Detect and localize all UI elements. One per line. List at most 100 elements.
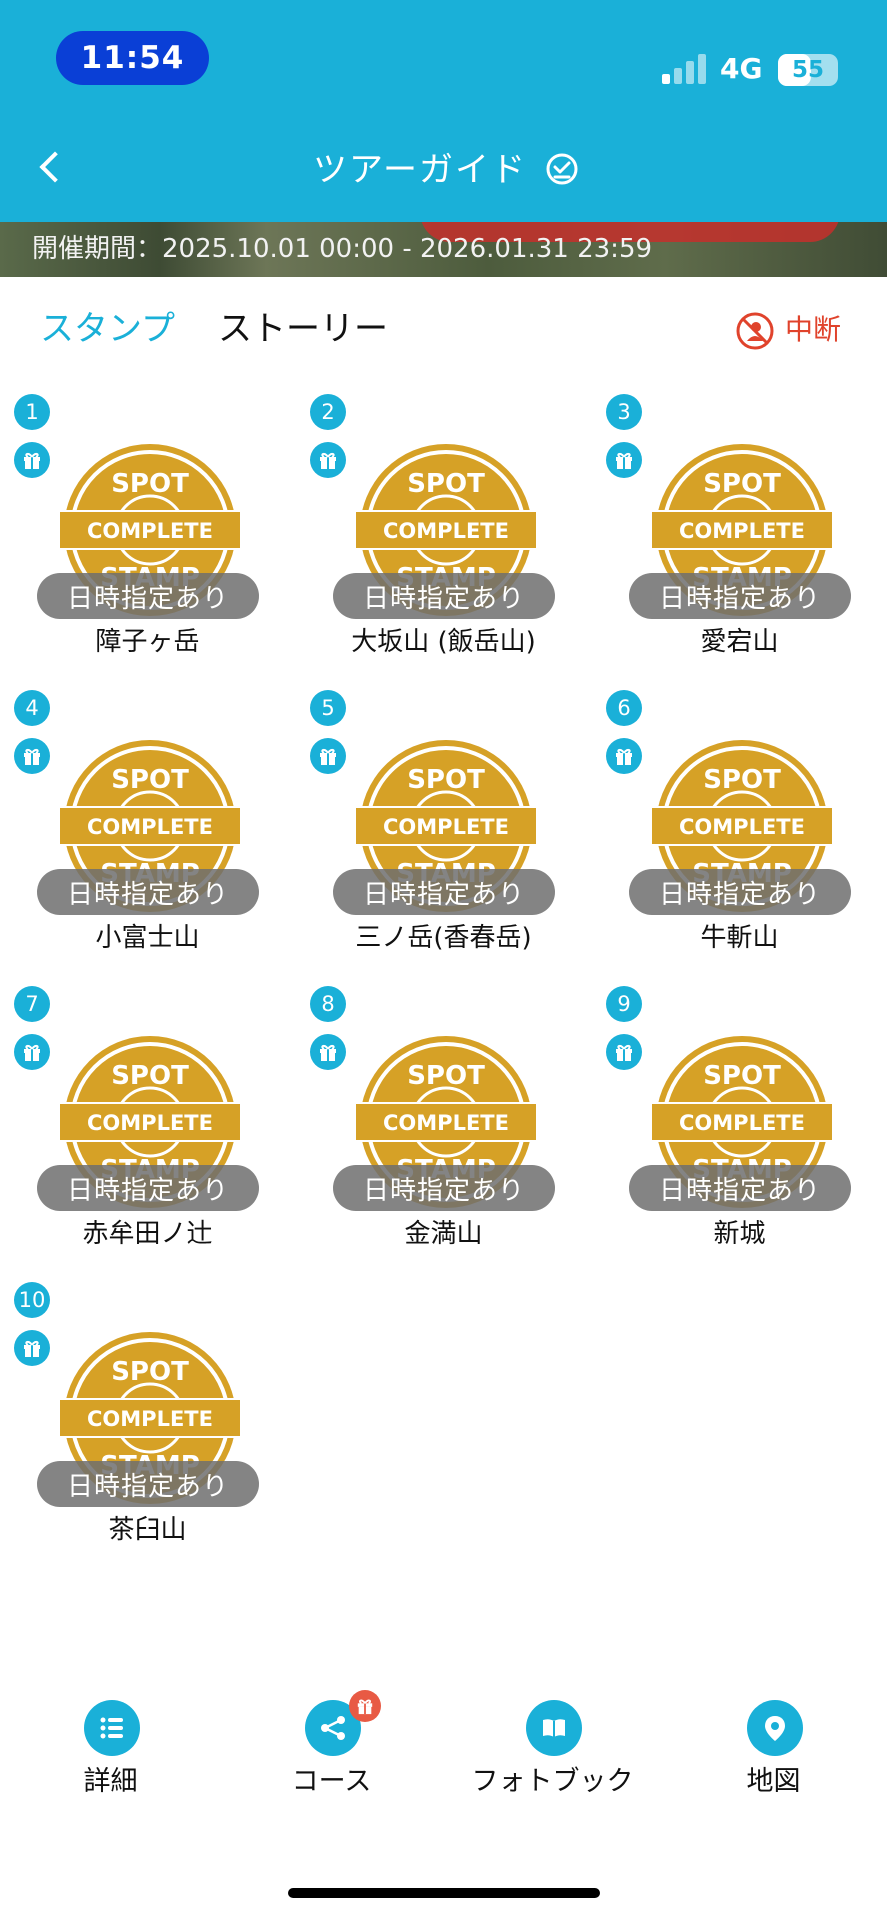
- spot-card[interactable]: 3 SPOTCOMPLETESTAMP 日時指定あり 愛宕山: [592, 390, 887, 686]
- stamp-center-text: COMPLETE: [87, 519, 213, 543]
- battery-level: 55: [791, 57, 824, 83]
- spot-name: 赤牟田ノ辻: [82, 1219, 213, 1249]
- date-specified-badge: 日時指定あり: [629, 573, 851, 619]
- spot-number: 4: [14, 690, 50, 726]
- stamp-top-text: SPOT: [703, 765, 781, 795]
- spot-number: 3: [606, 394, 642, 430]
- page-title: ツアーガイド: [313, 150, 527, 190]
- gift-icon: [14, 442, 50, 478]
- stamp-center-text: COMPLETE: [87, 815, 213, 839]
- gift-icon: [606, 738, 642, 774]
- stamp-top-text: SPOT: [407, 469, 485, 499]
- stamp-top-text: SPOT: [703, 469, 781, 499]
- spot-card[interactable]: 6 SPOTCOMPLETESTAMP 日時指定あり 牛斬山: [592, 686, 887, 982]
- gift-icon: [349, 1690, 381, 1722]
- nav-label: 詳細: [83, 1766, 138, 1797]
- spot-card[interactable]: 2 SPOTCOMPLETESTAMP 日時指定あり 大坂山 (飯岳山): [296, 390, 591, 686]
- tab-story[interactable]: ストーリー: [218, 304, 388, 354]
- gift-icon: [14, 1034, 50, 1070]
- spot-name: 愛宕山: [700, 627, 779, 657]
- stamp-center-text: COMPLETE: [87, 1111, 213, 1135]
- stamp-top-text: SPOT: [111, 1357, 189, 1387]
- app-bar: 11:54 4G 55 ツアーガイド: [0, 0, 887, 222]
- spot-number: 1: [14, 394, 50, 430]
- spot-name: 小富士山: [95, 923, 200, 953]
- battery-icon: 55: [778, 54, 838, 86]
- spot-name: 三ノ岳(香春岳): [355, 923, 532, 953]
- stamp-center-text: COMPLETE: [679, 815, 805, 839]
- map-pin-icon: [747, 1700, 803, 1756]
- stamp-top-text: SPOT: [111, 469, 189, 499]
- spot-name: 大坂山 (飯岳山): [351, 627, 536, 657]
- spot-name: 牛斬山: [700, 923, 779, 953]
- spot-card[interactable]: 7 SPOTCOMPLETESTAMP 日時指定あり 赤牟田ノ辻: [0, 982, 295, 1278]
- stamp-top-text: SPOT: [407, 1061, 485, 1091]
- bottom-navigation: 詳細 コース フォトブック 地図: [0, 1690, 887, 1810]
- date-specified-badge: 日時指定あり: [37, 1165, 259, 1211]
- spot-card[interactable]: 4 SPOTCOMPLETESTAMP 日時指定あり 小富士山: [0, 686, 295, 982]
- stamp-top-text: SPOT: [407, 765, 485, 795]
- nav-label: 地図: [746, 1766, 801, 1797]
- nav-label: コース: [291, 1766, 372, 1797]
- stamp-center-text: COMPLETE: [383, 815, 509, 839]
- date-specified-badge: 日時指定あり: [629, 1165, 851, 1211]
- tab-stamp[interactable]: スタンプ: [40, 304, 175, 354]
- spot-card[interactable]: 1 SPOTCOMPLETESTAMP 日時指定あり 障子ヶ岳: [0, 390, 295, 686]
- spot-card[interactable]: 5 SPOTCOMPLETESTAMP 日時指定あり 三ノ岳(香春岳): [296, 686, 591, 982]
- gift-icon: [606, 442, 642, 478]
- suspend-icon: [736, 312, 774, 350]
- back-chevron-icon[interactable]: [30, 140, 70, 200]
- network-type: 4G: [720, 52, 763, 85]
- spot-card[interactable]: 8 SPOTCOMPLETESTAMP 日時指定あり 金満山: [296, 982, 591, 1278]
- spot-number: 5: [310, 690, 346, 726]
- gift-icon: [310, 1034, 346, 1070]
- gift-icon: [606, 1034, 642, 1070]
- gift-icon: [310, 738, 346, 774]
- spot-name: 茶臼山: [108, 1515, 187, 1545]
- event-period: 開催期間：2025.10.01 00:00 - 2026.01.31 23:59: [32, 234, 653, 264]
- nav-photobook[interactable]: フォトブック: [442, 1700, 663, 1810]
- spot-name: 新城: [713, 1219, 766, 1249]
- event-banner: 開催期間：2025.10.01 00:00 - 2026.01.31 23:59: [0, 222, 887, 277]
- gift-icon: [14, 738, 50, 774]
- status-time: 11:54: [56, 31, 209, 85]
- date-specified-badge: 日時指定あり: [333, 1165, 555, 1211]
- gift-icon: [310, 442, 346, 478]
- spot-number: 7: [14, 986, 50, 1022]
- date-specified-badge: 日時指定あり: [629, 869, 851, 915]
- date-specified-badge: 日時指定あり: [333, 869, 555, 915]
- stamp-top-text: SPOT: [111, 765, 189, 795]
- spot-card[interactable]: 9 SPOTCOMPLETESTAMP 日時指定あり 新城: [592, 982, 887, 1278]
- nav-details[interactable]: 詳細: [0, 1700, 221, 1810]
- list-icon: [84, 1700, 140, 1756]
- date-specified-badge: 日時指定あり: [37, 869, 259, 915]
- date-specified-badge: 日時指定あり: [37, 1461, 259, 1507]
- spot-name: 金満山: [404, 1219, 483, 1249]
- date-specified-badge: 日時指定あり: [37, 573, 259, 619]
- book-icon: [526, 1700, 582, 1756]
- nav-course[interactable]: コース: [221, 1690, 442, 1810]
- suspend-label: 中断: [785, 313, 842, 346]
- gift-icon: [14, 1330, 50, 1366]
- stamp-center-text: COMPLETE: [383, 519, 509, 543]
- spot-number: 8: [310, 986, 346, 1022]
- spot-name: 障子ヶ岳: [95, 627, 200, 657]
- home-indicator[interactable]: [288, 1888, 600, 1898]
- date-specified-badge: 日時指定あり: [333, 573, 555, 619]
- nav-label: フォトブック: [471, 1766, 634, 1797]
- stamp-center-text: COMPLETE: [679, 1111, 805, 1135]
- spot-number: 6: [606, 690, 642, 726]
- stamp-top-text: SPOT: [111, 1061, 189, 1091]
- stamp-center-text: COMPLETE: [679, 519, 805, 543]
- spot-number: 2: [310, 394, 346, 430]
- stamp-center-text: COMPLETE: [383, 1111, 509, 1135]
- stamp-center-text: COMPLETE: [87, 1407, 213, 1431]
- signal-icon: [662, 52, 708, 84]
- nav-map[interactable]: 地図: [663, 1700, 884, 1810]
- spot-card[interactable]: 10 SPOTCOMPLETESTAMP 日時指定あり 茶臼山: [0, 1278, 295, 1574]
- suspend-button[interactable]: 中断: [735, 303, 855, 353]
- spot-number: 9: [606, 986, 642, 1022]
- spot-number: 10: [14, 1282, 50, 1318]
- stamp-top-text: SPOT: [703, 1061, 781, 1091]
- check-circle-icon[interactable]: [545, 152, 579, 186]
